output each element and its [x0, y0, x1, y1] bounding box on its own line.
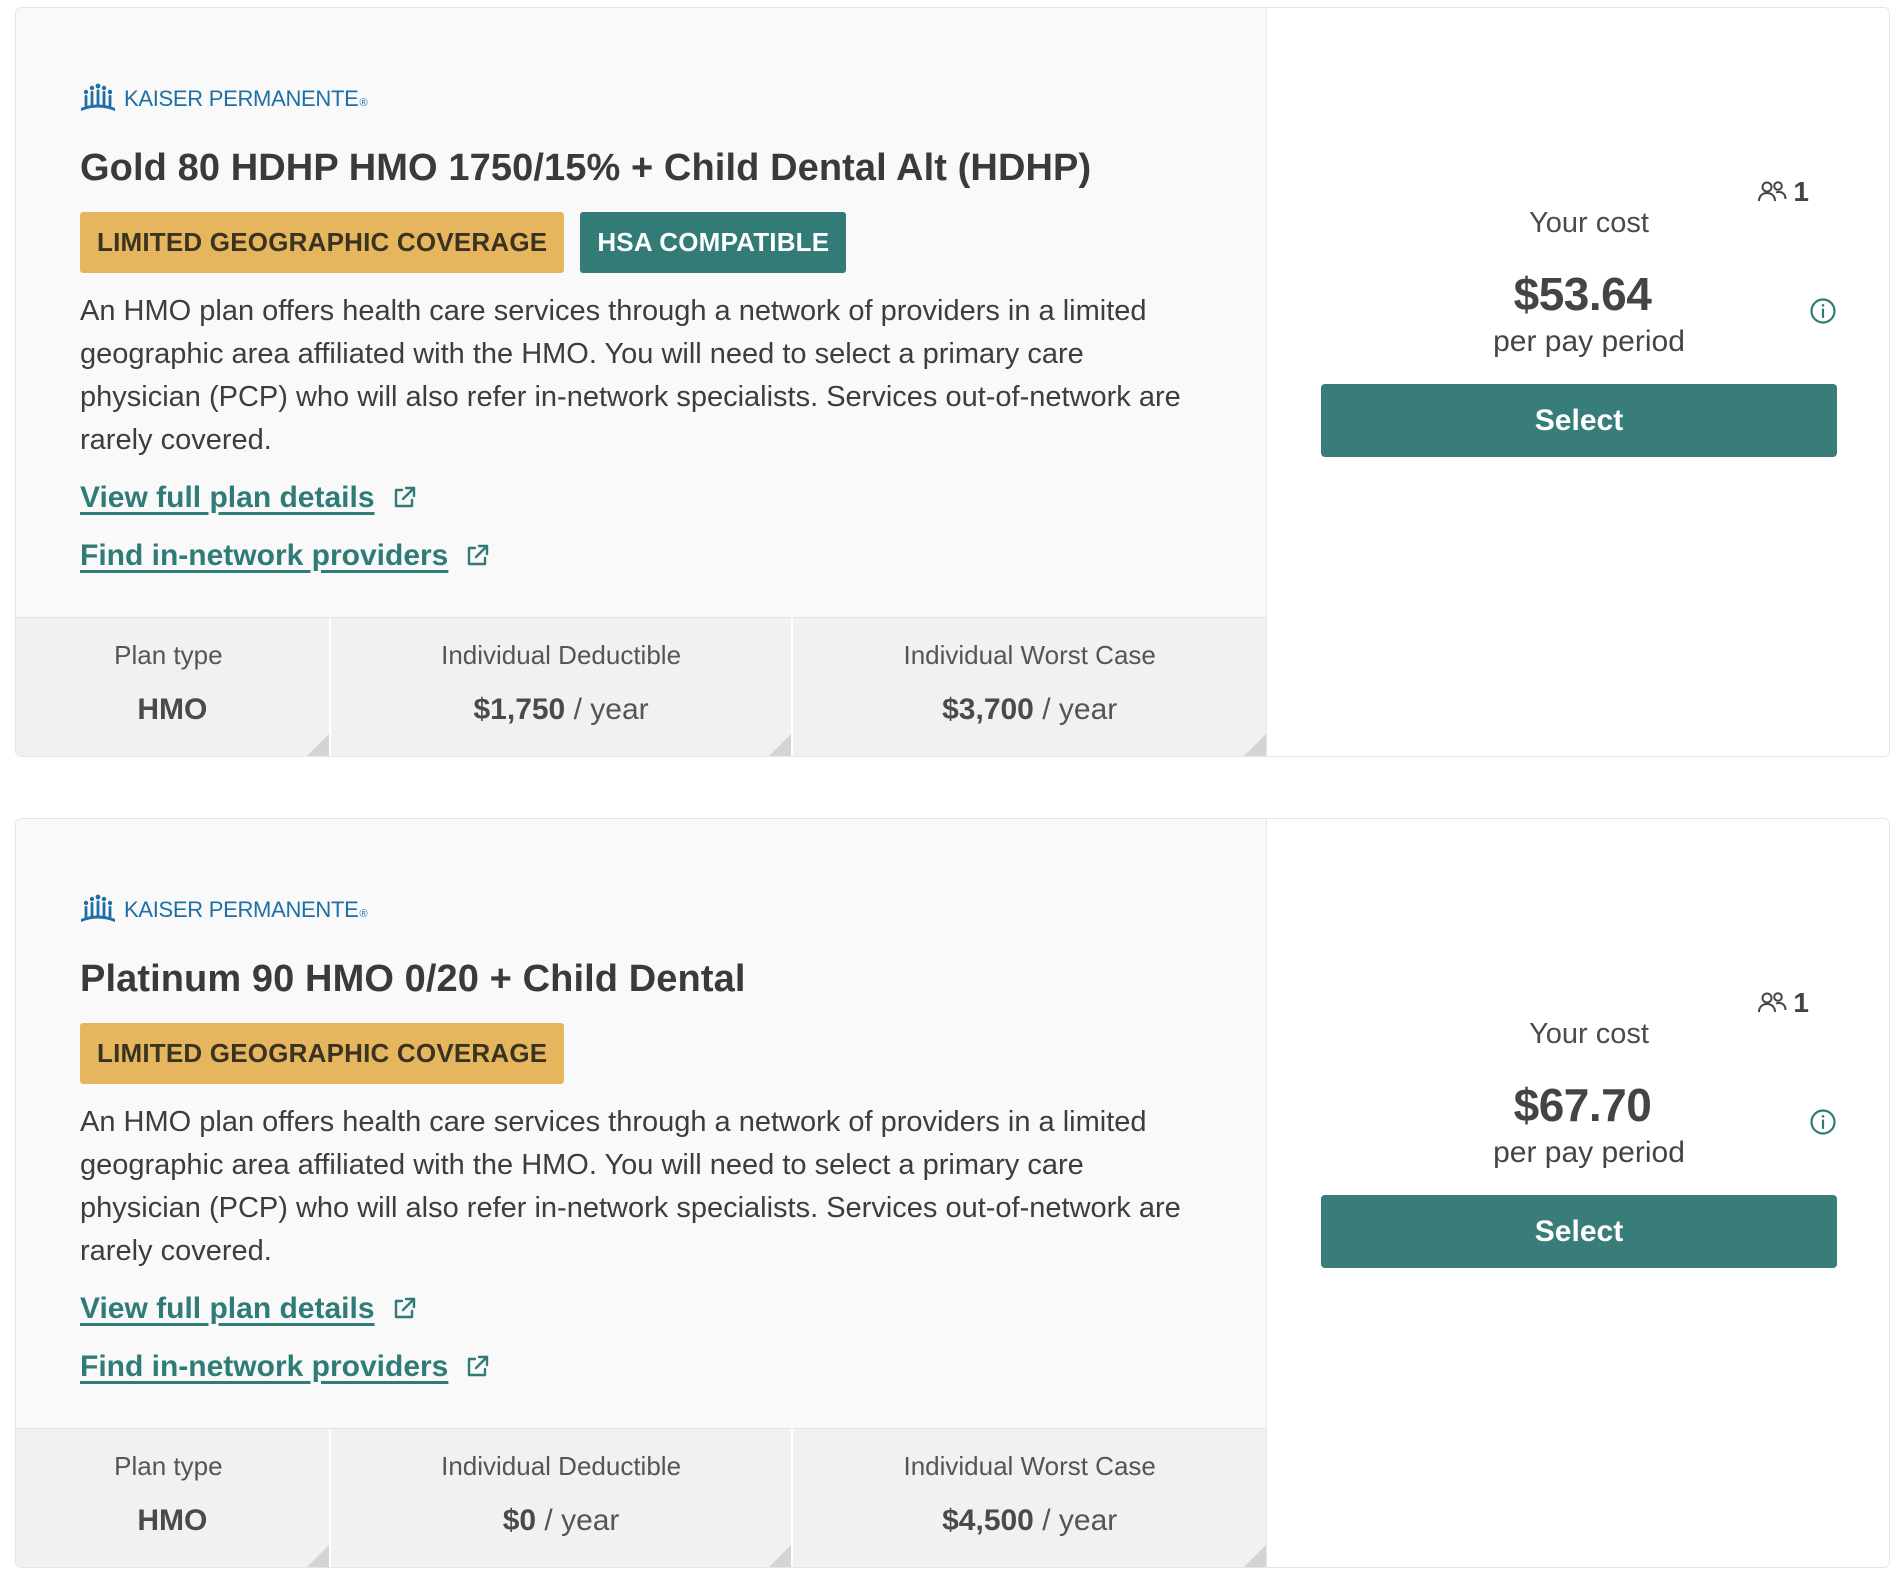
external-link-icon	[468, 1355, 489, 1377]
kaiser-logo-icon	[81, 894, 115, 922]
carrier-logo: KAISER PERMANENTE ®	[80, 890, 1206, 930]
registered-mark: ®	[359, 97, 368, 109]
plan-stats: Plan type HMO Individual Deductible $0 /…	[16, 1428, 1266, 1567]
plan-name: Gold 80 HDHP HMO 1750/15% + Child Dental…	[80, 147, 1092, 189]
stat-plan-type: Plan type HMO	[16, 1429, 331, 1567]
stat-label: Plan type	[114, 1451, 223, 1481]
covered-count: 1	[1793, 176, 1809, 207]
badge-limited-geographic-coverage: LIMITED GEOGRAPHIC COVERAGE	[80, 212, 565, 273]
view-plan-details-label: View full plan details	[80, 481, 375, 514]
carrier-name: KAISER PERMANENTE	[124, 86, 359, 111]
view-plan-details-link[interactable]: View full plan details	[80, 476, 417, 520]
stat-value: $1,750 / year	[473, 693, 649, 726]
info-icon[interactable]	[1809, 297, 1837, 325]
stat-individual-worst-case: Individual Worst Case $3,700 / year	[793, 618, 1266, 756]
find-providers-link[interactable]: Find in-network providers	[80, 534, 490, 578]
stat-label: Individual Deductible	[441, 640, 682, 670]
view-plan-details-link[interactable]: View full plan details	[80, 1287, 417, 1331]
select-plan-button[interactable]: Select	[1321, 384, 1837, 457]
stat-individual-worst-case: Individual Worst Case $4,500 / year	[793, 1429, 1266, 1567]
stat-value: $0 / year	[502, 1504, 620, 1537]
stat-label: Individual Worst Case	[903, 1451, 1156, 1481]
cost-value: $67.70	[1513, 1079, 1652, 1131]
stat-label: Individual Worst Case	[903, 640, 1156, 670]
select-plan-button[interactable]: Select	[1321, 1195, 1837, 1268]
plan-description: An HMO plan offers health care services …	[80, 295, 1181, 456]
plan-cost-panel: 1 Your cost $67.70 per pay period Select	[1267, 819, 1889, 1567]
cost-label: Your cost	[1529, 1018, 1649, 1050]
info-icon[interactable]	[1809, 1108, 1837, 1136]
badge-hsa-compatible: HSA COMPATIBLE	[580, 212, 847, 273]
stat-plan-type: Plan type HMO	[16, 618, 331, 756]
cost-period: per pay period	[1493, 1136, 1685, 1169]
covered-members: 1	[1757, 987, 1809, 1019]
people-icon	[1758, 181, 1787, 202]
stat-value: HMO	[137, 1504, 208, 1537]
registered-mark: ®	[359, 908, 368, 920]
stat-individual-deductible: Individual Deductible $1,750 / year	[331, 618, 794, 756]
covered-members: 1	[1757, 176, 1809, 208]
people-icon	[1758, 992, 1787, 1013]
plan-name: Platinum 90 HMO 0/20 + Child Dental	[80, 958, 746, 1000]
stat-value: $4,500 / year	[942, 1504, 1118, 1537]
cost-period: per pay period	[1493, 325, 1685, 358]
find-providers-label: Find in-network providers	[80, 539, 449, 572]
find-providers-label: Find in-network providers	[80, 1350, 449, 1383]
covered-count: 1	[1793, 987, 1809, 1018]
plan-cost-panel: 1 Your cost $53.64 per pay period Select	[1267, 8, 1889, 756]
view-plan-details-label: View full plan details	[80, 1292, 375, 1325]
plan-info-panel: KAISER PERMANENTE ® Gold 80 HDHP HMO 175…	[16, 8, 1267, 756]
external-link-icon	[468, 544, 489, 566]
plan-badges: LIMITED GEOGRAPHIC COVERAGE	[80, 1023, 1206, 1084]
stat-label: Plan type	[114, 640, 223, 670]
cost-label: Your cost	[1529, 207, 1649, 239]
carrier-name: KAISER PERMANENTE	[124, 897, 359, 922]
external-link-icon	[394, 1297, 415, 1319]
plan-description: An HMO plan offers health care services …	[80, 1106, 1181, 1267]
plan-list: KAISER PERMANENTE ® Gold 80 HDHP HMO 175…	[0, 0, 1898, 1582]
find-providers-link[interactable]: Find in-network providers	[80, 1345, 490, 1389]
plan-stats: Plan type HMO Individual Deductible $1,7…	[16, 617, 1266, 756]
badge-limited-geographic-coverage: LIMITED GEOGRAPHIC COVERAGE	[80, 1023, 565, 1084]
external-link-icon	[394, 486, 415, 508]
plan-badges: LIMITED GEOGRAPHIC COVERAGE HSA COMPATIB…	[80, 212, 1206, 273]
stat-individual-deductible: Individual Deductible $0 / year	[331, 1429, 794, 1567]
plan-card: KAISER PERMANENTE ® Platinum 90 HMO 0/20…	[15, 818, 1890, 1568]
stat-label: Individual Deductible	[441, 1451, 682, 1481]
kaiser-logo-icon	[81, 83, 115, 111]
carrier-logo: KAISER PERMANENTE ®	[80, 79, 1206, 119]
plan-info-panel: KAISER PERMANENTE ® Platinum 90 HMO 0/20…	[16, 819, 1267, 1567]
stat-value: HMO	[137, 693, 208, 726]
stat-value: $3,700 / year	[942, 693, 1118, 726]
cost-value: $53.64	[1513, 268, 1652, 320]
plan-card: KAISER PERMANENTE ® Gold 80 HDHP HMO 175…	[15, 7, 1890, 757]
